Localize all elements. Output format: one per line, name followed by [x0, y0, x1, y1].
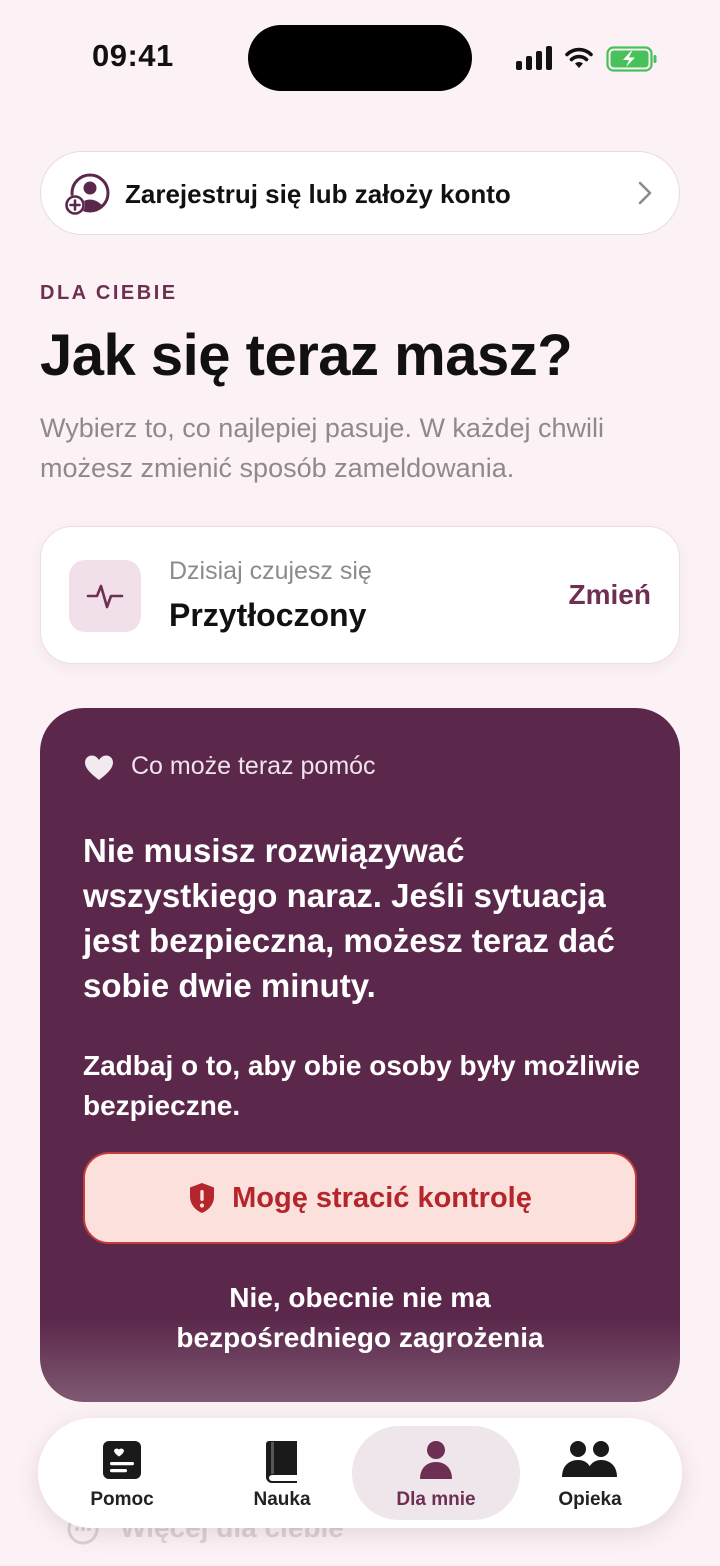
help-card: Co może teraz pomóc Nie musisz rozwiązyw… — [40, 708, 680, 1402]
people-icon — [562, 1441, 617, 1477]
register-label: Zarejestruj się lub założy konto — [125, 179, 511, 209]
no-danger-button[interactable]: Nie, obecnie nie ma bezpośredniego zagro… — [40, 1278, 680, 1358]
mood-value: Przytłoczony — [169, 597, 367, 633]
lose-control-button[interactable]: Mogę stracić kontrolę — [83, 1152, 637, 1244]
tab-bar: Pomoc Nauka Dla mnie Opieka — [38, 1418, 682, 1528]
tab-dla-mnie[interactable]: Dla mnie — [352, 1418, 520, 1528]
tab-pomoc[interactable]: Pomoc — [38, 1418, 206, 1528]
page-title: Jak się teraz masz? — [40, 323, 573, 388]
tab-nauka[interactable]: Nauka — [198, 1418, 366, 1528]
section-eyebrow: DLA CIEBIE — [40, 282, 178, 304]
tab-nauka-label: Nauka — [253, 1489, 311, 1510]
shield-alert-icon — [190, 1183, 215, 1213]
book-icon — [266, 1441, 297, 1483]
tab-opieka-label: Opieka — [558, 1489, 622, 1510]
heart-icon — [85, 755, 113, 780]
dynamic-island — [248, 25, 472, 91]
mood-card: Dzisiaj czujesz się Przytłoczony Zmień — [40, 526, 680, 664]
tab-opieka[interactable]: Opieka — [506, 1418, 674, 1528]
no-danger-line-2: bezpośredniego zagrożenia — [176, 1322, 544, 1353]
help-card-icon — [103, 1441, 141, 1479]
page-subtitle: Wybierz to, co najlepiej pasuje. W każde… — [40, 413, 604, 483]
no-danger-line-1: Nie, obecnie nie ma — [229, 1282, 491, 1313]
person-icon — [420, 1441, 452, 1479]
help-message: Nie musisz rozwiązywać wszystkiego naraz… — [83, 832, 615, 1004]
help-heading: Co może teraz pomóc — [131, 752, 376, 780]
mood-label: Dzisiaj czujesz się — [169, 557, 372, 585]
chevron-right-icon — [638, 181, 652, 205]
add-account-icon — [65, 173, 110, 215]
mood-tile — [69, 560, 141, 632]
change-mood-button[interactable]: Zmień — [569, 579, 651, 611]
pulse-icon — [86, 584, 124, 609]
register-account-button[interactable]: Zarejestruj się lub założy konto — [40, 151, 680, 235]
cellular-signal-icon — [516, 46, 552, 70]
lose-control-label: Mogę stracić kontrolę — [232, 1181, 532, 1214]
status-time: 09:41 — [92, 38, 174, 73]
tab-pomoc-label: Pomoc — [90, 1489, 154, 1510]
help-note: Zadbaj o to, aby obie osoby były możliwi… — [83, 1050, 640, 1121]
battery-icon — [606, 46, 657, 72]
wifi-icon — [565, 47, 593, 68]
tab-dla-mnie-label: Dla mnie — [396, 1489, 476, 1510]
